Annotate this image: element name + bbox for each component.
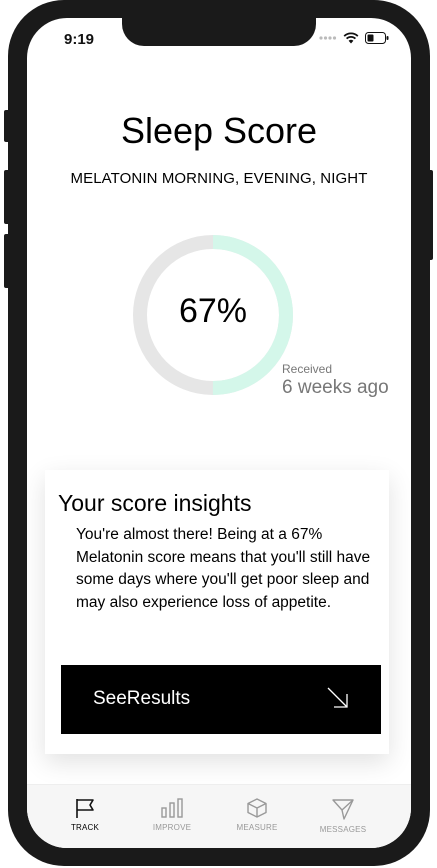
status-icons xyxy=(319,32,389,44)
insights-title: Your score insights xyxy=(58,490,252,516)
app-screen: 9:19 Sleep Score MELATONIN MORNING, EVEN… xyxy=(27,18,411,848)
wifi-icon xyxy=(343,32,359,44)
score-value: 67% xyxy=(178,292,248,330)
volume-up-button xyxy=(4,170,10,224)
status-time: 9:19 xyxy=(64,31,95,48)
volume-down-button xyxy=(4,234,10,288)
send-icon xyxy=(332,799,354,820)
tab-improve[interactable]: IMPROVE xyxy=(132,797,212,832)
tab-bar: TRACK IMPROVE MEASURE MESSAGES xyxy=(27,784,411,848)
arrow-down-right-icon xyxy=(327,687,348,708)
page-subtitle: MELATONIN MORNING, EVENING, NIGHT xyxy=(70,170,368,187)
see-results-button[interactable]: SeeResults xyxy=(61,665,381,734)
flag-icon xyxy=(76,799,94,818)
tab-messages[interactable]: MESSAGES xyxy=(303,797,383,834)
bar-chart-icon xyxy=(161,798,183,818)
cellular-signal-icon xyxy=(319,36,337,40)
battery-icon xyxy=(365,32,389,44)
notch xyxy=(122,18,316,46)
received-value: 6 weeks ago xyxy=(282,377,389,398)
insights-body: You're almost there! Being at a 67% Mela… xyxy=(76,526,371,611)
received-label: Received xyxy=(282,362,333,376)
tab-messages-label: MESSAGES xyxy=(319,825,367,834)
tab-track-label: TRACK xyxy=(70,823,100,832)
power-button xyxy=(427,170,433,260)
tab-measure[interactable]: MEASURE xyxy=(217,797,297,832)
tab-track[interactable]: TRACK xyxy=(45,797,125,832)
tab-measure-label: MEASURE xyxy=(236,823,278,832)
page-title: Sleep Score xyxy=(120,110,318,151)
mute-switch xyxy=(4,110,10,142)
cube-icon xyxy=(247,798,267,818)
see-results-label: SeeResults xyxy=(93,688,191,709)
phone-device: 9:19 Sleep Score MELATONIN MORNING, EVEN… xyxy=(0,0,437,868)
tab-improve-label: IMPROVE xyxy=(152,823,192,832)
